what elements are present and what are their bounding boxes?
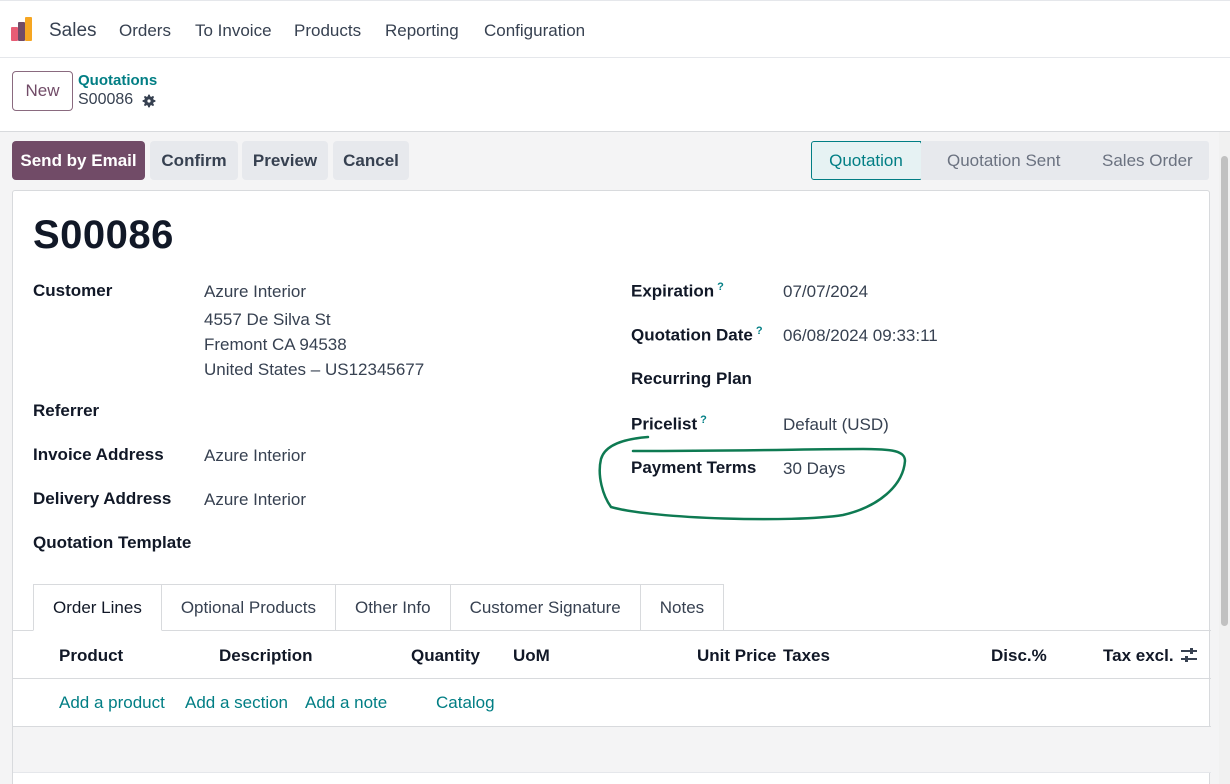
order-lines-header: Product Description Quantity UoM Unit Pr… xyxy=(13,631,1211,679)
app-name[interactable]: Sales xyxy=(49,20,97,42)
catalog-link[interactable]: Catalog xyxy=(436,693,495,713)
status-quotation-sent[interactable]: Quotation Sent xyxy=(921,141,1090,180)
tab-order-lines[interactable]: Order Lines xyxy=(33,584,162,631)
empty-table-row xyxy=(13,727,1211,773)
quotation-date-field[interactable]: 06/08/2024 09:33:11 xyxy=(783,326,938,346)
menu-orders[interactable]: Orders xyxy=(119,21,171,41)
add-section-link[interactable]: Add a section xyxy=(185,693,288,713)
send-by-email-button[interactable]: Send by Email xyxy=(12,141,145,180)
invoice-address-field[interactable]: Azure Interior xyxy=(204,446,306,466)
expiration-label: Expiration? xyxy=(631,281,724,301)
help-icon[interactable]: ? xyxy=(756,325,763,337)
record-title: S00086 xyxy=(33,213,174,257)
tab-other-info[interactable]: Other Info xyxy=(335,584,451,631)
help-icon[interactable]: ? xyxy=(700,414,707,426)
control-panel: New Quotations S00086 xyxy=(0,58,1230,132)
delivery-address-field[interactable]: Azure Interior xyxy=(204,490,306,510)
status-quotation-sent-label: Quotation Sent xyxy=(947,150,1061,170)
add-product-link[interactable]: Add a product xyxy=(59,693,165,713)
top-navbar: Sales Orders To Invoice Products Reporti… xyxy=(0,0,1230,58)
tab-notes[interactable]: Notes xyxy=(640,584,725,631)
tab-optional-products[interactable]: Optional Products xyxy=(161,584,336,631)
status-sales-order[interactable]: Sales Order xyxy=(1078,141,1209,180)
breadcrumb-current: S00086 xyxy=(78,91,134,108)
status-quotation-label: Quotation xyxy=(829,150,903,170)
quotation-date-label: Quotation Date? xyxy=(631,325,763,345)
scrollbar[interactable] xyxy=(1219,132,1230,784)
add-line-row: Add a product Add a section Add a note C… xyxy=(13,679,1211,727)
quotation-template-label: Quotation Template xyxy=(33,533,192,552)
new-button[interactable]: New xyxy=(12,71,73,111)
annotation-circle-icon xyxy=(598,435,907,521)
delivery-address-label: Delivery Address xyxy=(33,489,172,508)
form-content: Send by Email Confirm Preview Cancel Quo… xyxy=(0,132,1230,784)
gear-icon[interactable] xyxy=(141,93,157,109)
column-discount[interactable]: Disc.% xyxy=(991,646,1047,666)
column-settings-icon[interactable] xyxy=(1180,647,1198,663)
confirm-button[interactable]: Confirm xyxy=(150,141,238,180)
status-quotation[interactable]: Quotation xyxy=(811,141,932,180)
column-taxes[interactable]: Taxes xyxy=(783,646,830,666)
form-sheet: S00086 Customer Azure Interior 4557 De S… xyxy=(12,190,1211,784)
column-product[interactable]: Product xyxy=(59,646,123,666)
menu-configuration[interactable]: Configuration xyxy=(484,21,585,41)
preview-button[interactable]: Preview xyxy=(242,141,328,180)
help-icon[interactable]: ? xyxy=(717,281,724,293)
column-unit-price[interactable]: Unit Price xyxy=(697,646,776,666)
recurring-plan-label: Recurring Plan xyxy=(631,369,752,388)
column-quantity[interactable]: Quantity xyxy=(411,646,480,666)
customer-address-line2: Fremont CA 94538 xyxy=(204,335,347,354)
tab-customer-signature[interactable]: Customer Signature xyxy=(450,584,641,631)
referrer-label: Referrer xyxy=(33,401,100,420)
invoice-address-label: Invoice Address xyxy=(33,445,164,464)
scrollbar-thumb[interactable] xyxy=(1221,156,1228,626)
menu-to-invoice[interactable]: To Invoice xyxy=(195,21,272,41)
menu-products[interactable]: Products xyxy=(294,21,361,41)
customer-name[interactable]: Azure Interior xyxy=(204,282,306,302)
customer-address-line1: 4557 De Silva St xyxy=(204,310,331,329)
column-description[interactable]: Description xyxy=(219,646,313,666)
menu-reporting[interactable]: Reporting xyxy=(385,21,459,41)
status-bar: Quotation Quotation Sent Sales Order xyxy=(811,141,1209,180)
column-tax-excl[interactable]: Tax excl. xyxy=(1103,646,1174,666)
expiration-field[interactable]: 07/07/2024 xyxy=(783,282,868,302)
status-sales-order-label: Sales Order xyxy=(1102,150,1193,170)
notebook-tabs: Order Lines Optional Products Other Info… xyxy=(33,584,725,631)
customer-label: Customer xyxy=(33,281,113,300)
breadcrumb-quotations[interactable]: Quotations xyxy=(78,72,157,89)
sales-app-icon[interactable] xyxy=(11,17,38,43)
column-uom[interactable]: UoM xyxy=(513,646,550,666)
customer-address-line3: United States – US12345677 xyxy=(204,360,425,379)
cancel-button[interactable]: Cancel xyxy=(333,141,409,180)
add-note-link[interactable]: Add a note xyxy=(305,693,387,713)
